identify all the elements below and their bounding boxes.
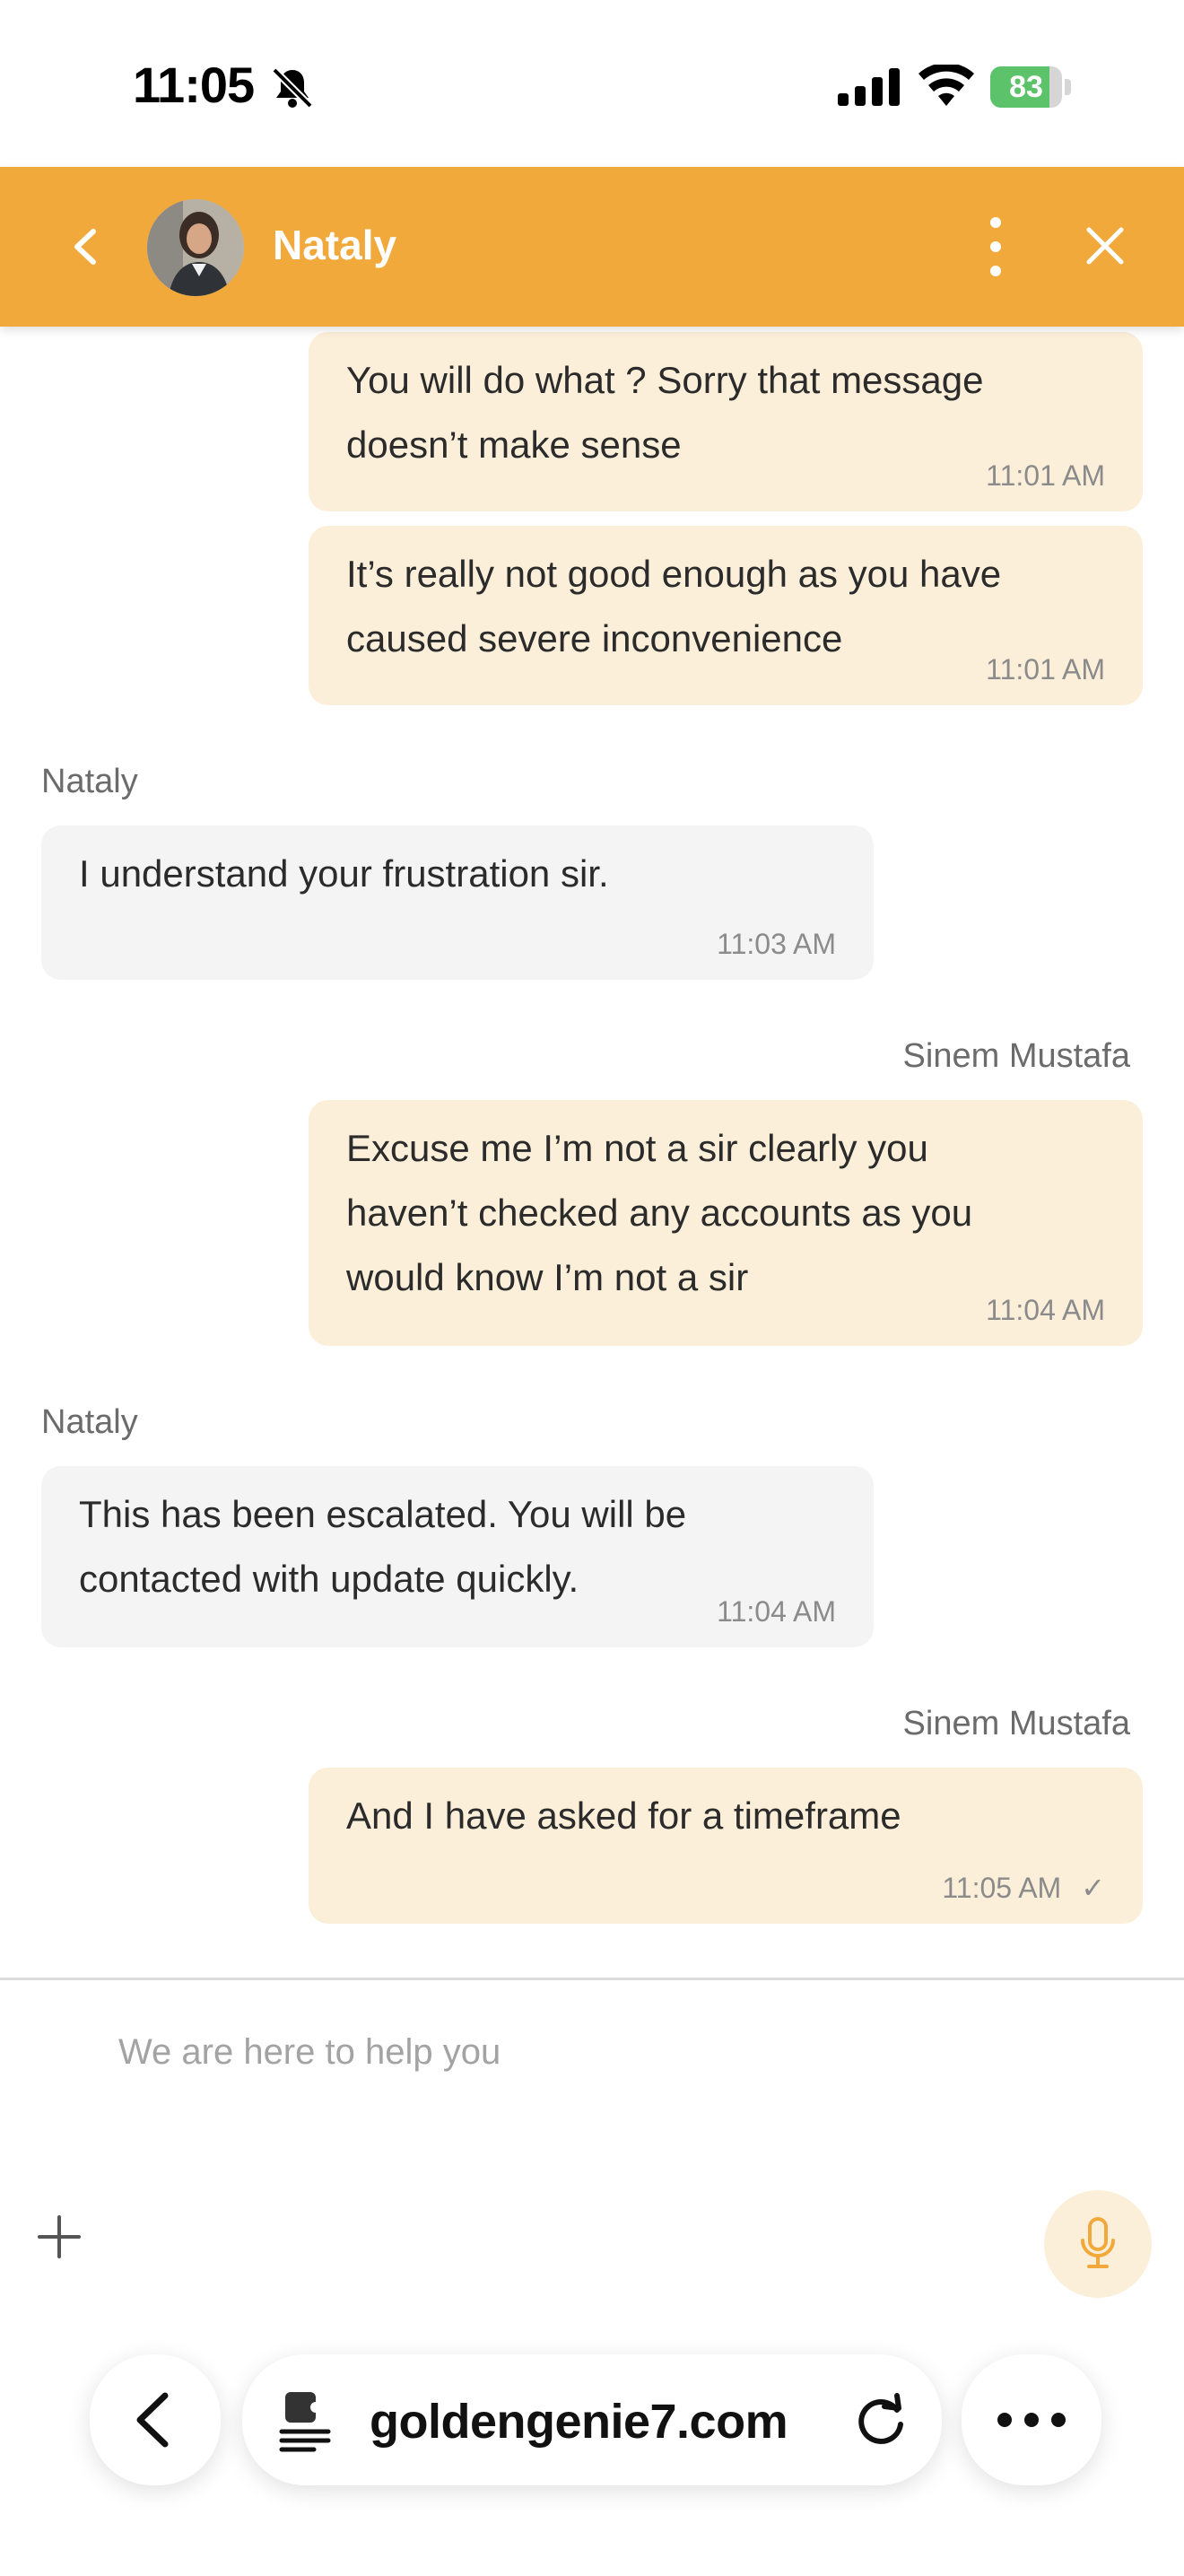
message-time: 11:03 AM [717, 928, 836, 960]
browser-back-icon [136, 2392, 169, 2448]
message-bubble-incoming: I understand your frustration sir. 11:03… [41, 825, 874, 980]
message-bubble-outgoing: You will do what ? Sorry that message do… [309, 332, 1143, 511]
message-bubble-incoming: This has been escalated. You will be con… [41, 1466, 874, 1647]
chat-header: Nataly [0, 167, 1184, 327]
message-text-line: And I have asked for a timeframe [346, 1794, 901, 1837]
browser-back-button[interactable] [90, 2354, 221, 2485]
sender-name: Sinem Mustafa [902, 1037, 1130, 1075]
message-time: 11:05 AM [942, 1872, 1062, 1904]
message-time: 11:01 AM [986, 653, 1105, 685]
site-settings-icon [279, 2392, 331, 2452]
battery-percent: 83 [1009, 70, 1043, 104]
message-input[interactable]: We are here to help you [118, 2032, 501, 2073]
wifi-icon [918, 65, 974, 106]
voice-record-button[interactable] [1044, 2190, 1152, 2298]
url-text: goldengenie7.com [370, 2395, 788, 2449]
agent-name: Nataly [273, 222, 397, 268]
browser-more-button[interactable] [962, 2354, 1101, 2485]
message-text-line: I understand your frustration sir. [79, 852, 609, 895]
message-time-row: 11:05 AM ✓ [942, 1872, 1105, 1904]
delivered-check-icon: ✓ [1081, 1872, 1105, 1904]
message-time: 11:04 AM [986, 1294, 1105, 1326]
agent-avatar-image [147, 199, 244, 296]
status-bar: 11:05 83 [0, 0, 1184, 167]
close-icon[interactable] [1076, 217, 1134, 275]
browser-toolbar: goldengenie7.com [0, 2333, 1184, 2573]
address-bar[interactable]: goldengenie7.com [242, 2354, 942, 2485]
battery-cap [1065, 79, 1071, 95]
message-text-line: This has been escalated. You will be [79, 1493, 687, 1535]
agent-avatar [147, 199, 244, 296]
bell-muted-icon [272, 67, 313, 109]
message-text-line: It’s really not good enough as you have [346, 553, 1002, 595]
microphone-icon [1081, 2217, 1115, 2268]
reload-icon[interactable] [854, 2392, 910, 2448]
sender-name: Nataly [41, 1403, 138, 1441]
message-list[interactable]: You will do what ? Sorry that message do… [0, 327, 1184, 1978]
message-text-line: Excuse me I’m not a sir clearly you [346, 1127, 928, 1169]
attach-plus-icon[interactable] [36, 2214, 83, 2260]
message-bubble-outgoing: And I have asked for a timeframe 11:05 A… [309, 1768, 1143, 1924]
battery-body: 83 [990, 66, 1062, 108]
message-bubble-outgoing: Excuse me I’m not a sir clearly you have… [309, 1100, 1143, 1346]
more-options-icon[interactable] [978, 208, 1014, 285]
message-time: 11:04 AM [717, 1595, 836, 1628]
cellular-signal-icon [838, 68, 900, 106]
message-text-line: You will do what ? Sorry that message [346, 359, 984, 401]
ellipsis-icon [997, 2413, 1066, 2427]
status-time: 11:05 [133, 57, 255, 113]
back-chevron-icon[interactable] [63, 219, 108, 275]
message-time: 11:01 AM [986, 459, 1105, 492]
sender-name: Sinem Mustafa [902, 1705, 1130, 1742]
message-text-line: haven’t checked any accounts as you [346, 1192, 973, 1234]
battery-indicator: 83 [990, 66, 1071, 108]
message-bubble-outgoing: It’s really not good enough as you have … [309, 526, 1143, 705]
sender-name: Nataly [41, 763, 138, 800]
